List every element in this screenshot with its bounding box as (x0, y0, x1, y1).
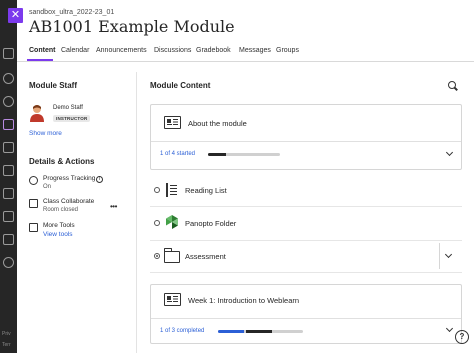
view-tools-link[interactable]: View tools (43, 231, 73, 238)
assessment-status (154, 253, 160, 259)
close-icon[interactable]: ✕ (8, 8, 23, 23)
reading-list-title[interactable]: Reading List (185, 186, 227, 195)
tools-icon[interactable] (3, 234, 14, 245)
messages-icon[interactable] (3, 188, 14, 199)
info-icon[interactable]: i (96, 176, 103, 183)
calendar-icon[interactable] (3, 165, 14, 176)
details-actions-heading: Details & Actions (29, 157, 95, 166)
assessment-separator (439, 243, 440, 269)
reading-list-icon (166, 183, 178, 197)
folder-icon (164, 248, 180, 263)
course-tabs: Content Calendar Announcements Discussio… (17, 44, 474, 62)
module-staff-heading: Module Staff (29, 81, 77, 90)
left-navigation: Priv Terr (0, 0, 17, 353)
column-divider (136, 72, 137, 353)
about-module-title[interactable]: About the module (188, 119, 247, 128)
course-title: AB1001 Example Module (29, 17, 235, 36)
grades-icon[interactable] (3, 211, 14, 222)
chevron-down-icon[interactable] (445, 148, 454, 157)
module-content-heading: Module Content (150, 81, 211, 90)
tab-content[interactable]: Content (29, 47, 55, 54)
tab-announcements[interactable]: Announcements (96, 47, 147, 54)
row-divider (150, 272, 462, 273)
tab-groups[interactable]: Groups (276, 47, 299, 54)
more-tools-title[interactable]: More Tools (43, 222, 75, 229)
staff-name[interactable]: Demo Staff (53, 105, 83, 111)
about-progress-bar (208, 153, 280, 156)
profile-icon[interactable] (3, 73, 14, 84)
about-progress-fill (208, 153, 226, 156)
progress-tracking-icon (29, 176, 38, 185)
signout-icon[interactable] (3, 257, 14, 268)
progress-tracking-status: On (43, 184, 52, 190)
active-tab-indicator (27, 59, 53, 61)
progress-tracking-title[interactable]: Progress Tracking (43, 175, 95, 182)
more-tools-icon (29, 223, 38, 232)
help-icon[interactable]: ? (455, 330, 469, 344)
staff-role-badge: INSTRUCTOR (53, 115, 91, 122)
chevron-down-icon[interactable] (444, 250, 453, 259)
avatar (30, 105, 44, 122)
more-options-icon[interactable]: ••• (110, 202, 117, 211)
courses-icon[interactable] (3, 119, 14, 130)
globe-icon[interactable] (3, 96, 14, 107)
tab-calendar[interactable]: Calendar (61, 47, 89, 54)
show-more-link[interactable]: Show more (29, 130, 62, 137)
about-progress-text: 1 of 4 started (160, 151, 196, 157)
week1-title[interactable]: Week 1: Introduction to Weblearn (188, 296, 299, 305)
card-divider (151, 141, 461, 142)
collaborate-icon (29, 199, 38, 208)
tab-gradebook[interactable]: Gradebook (196, 47, 231, 54)
card-divider (151, 318, 461, 319)
tab-discussions[interactable]: Discussions (154, 47, 191, 54)
week1-progress-fill (218, 330, 245, 333)
document-icon (164, 116, 181, 129)
reading-list-status (154, 187, 160, 193)
terms-link[interactable]: Terr (2, 342, 11, 348)
panopto-status (154, 220, 160, 226)
week1-progress-bar (218, 330, 303, 333)
panopto-icon (166, 215, 178, 229)
week1-card[interactable]: Week 1: Introduction to Weblearn 1 of 3 … (150, 284, 462, 344)
course-id: sandbox_ultra_2022-23_01 (29, 9, 115, 16)
institution-icon[interactable] (3, 48, 14, 59)
panopto-folder-title[interactable]: Panopto Folder (185, 219, 236, 228)
about-module-card[interactable]: About the module 1 of 4 started (150, 104, 462, 170)
document-icon (164, 293, 181, 306)
week1-progress-started (246, 330, 273, 333)
privacy-link[interactable]: Priv (2, 331, 11, 337)
class-collaborate-title[interactable]: Class Collaborate (43, 198, 94, 205)
row-divider (150, 206, 462, 207)
row-divider (150, 240, 462, 241)
assessment-title[interactable]: Assessment (185, 252, 226, 261)
organizations-icon[interactable] (3, 142, 14, 153)
week1-progress-text: 1 of 3 completed (160, 328, 205, 334)
class-collaborate-status: Room closed (43, 207, 79, 213)
tab-messages[interactable]: Messages (239, 47, 271, 54)
chevron-down-icon[interactable] (445, 324, 454, 333)
search-icon[interactable] (448, 81, 456, 89)
